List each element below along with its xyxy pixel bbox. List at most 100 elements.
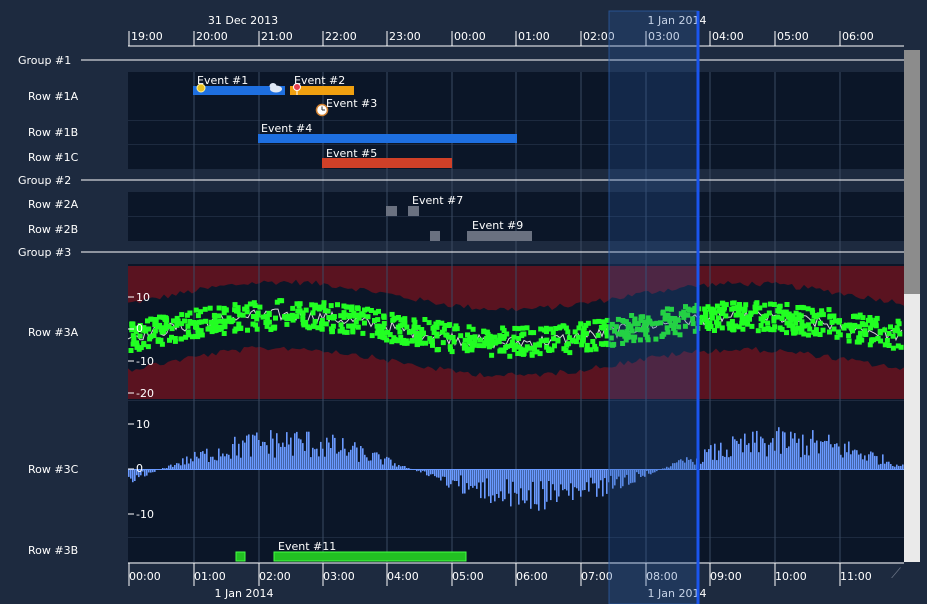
scatter-point [155, 324, 160, 329]
signal-bar [288, 444, 290, 469]
scrollbar-thumb[interactable] [904, 50, 920, 294]
event-7-box[interactable] [408, 206, 419, 216]
signal-bar [190, 458, 192, 469]
signal-bar [492, 469, 494, 496]
scatter-point [389, 311, 395, 317]
event-9-bar[interactable] [467, 231, 532, 241]
signal-bar [832, 447, 834, 469]
signal-bar [228, 454, 230, 469]
signal-bar [328, 442, 330, 469]
signal-bar [162, 468, 164, 469]
scatter-point [244, 309, 250, 315]
scatter-point [219, 324, 225, 330]
signal-bar [324, 456, 326, 469]
signal-bar [900, 465, 902, 469]
signal-bar [334, 437, 336, 469]
scatter-point [798, 313, 804, 319]
scatter-point [391, 316, 397, 322]
scatter-point [381, 313, 387, 319]
signal-bar [788, 446, 790, 469]
signal-bar [708, 449, 710, 469]
signal-bar [398, 465, 400, 469]
scatter-point [167, 337, 172, 343]
signal-bar [464, 469, 466, 494]
event-4-bar[interactable] [258, 134, 517, 143]
signal-bar [776, 431, 778, 469]
scatter-point [414, 334, 419, 340]
scatter-point [376, 308, 381, 314]
scatter-point [255, 312, 261, 318]
scatter-point [846, 333, 852, 339]
signal-bar [306, 431, 308, 469]
resize-grip-icon[interactable]: ⟋ [888, 566, 904, 582]
signal-bar [442, 469, 444, 477]
signal-bar [292, 455, 294, 469]
event-11-bar[interactable] [273, 551, 467, 562]
signal-bar [154, 469, 156, 472]
signal-bar [252, 434, 254, 469]
signal-bar [266, 445, 268, 469]
scatter-point [799, 326, 805, 332]
scatter-point [290, 317, 296, 323]
signal-bar [436, 469, 438, 478]
signal-bar [424, 469, 426, 472]
signal-bar [402, 466, 404, 469]
scatter-point [323, 321, 329, 327]
scatter-point [395, 324, 401, 330]
signal-bar [596, 469, 598, 497]
bottom-time-axis[interactable]: 00:00 01:00 02:00 03:00 04:00 05:00 06:00 07:00… [128, 563, 872, 586]
signal-bar [418, 469, 420, 471]
scatter-point [344, 304, 350, 310]
scatter-point [492, 334, 498, 340]
scatter-point [846, 338, 852, 344]
event-6-box[interactable] [386, 206, 397, 216]
signal-bar [854, 449, 856, 469]
scatter-point [753, 306, 759, 312]
signal-bar [850, 454, 852, 469]
signal-bar [568, 469, 570, 496]
scatter-point [355, 305, 360, 311]
selection-range[interactable] [608, 10, 699, 604]
row-3a-tick-neg20: -20 [136, 387, 154, 400]
signal-bar [260, 446, 262, 469]
signal-bar [210, 456, 212, 469]
signal-bar [818, 453, 820, 469]
signal-bar [758, 452, 760, 469]
scatter-point [567, 350, 573, 356]
vertical-scrollbar[interactable] [904, 50, 920, 562]
signal-bar [280, 446, 282, 469]
signal-bar [796, 442, 798, 469]
signal-bar [814, 442, 816, 469]
signal-bar [310, 457, 312, 469]
scatter-point [590, 339, 596, 344]
timeline-chart[interactable]: Group #1 Group #2 Group #3 Row #1A Row #… [0, 0, 927, 604]
event-8-box[interactable] [430, 231, 440, 241]
signal-bar [314, 449, 316, 469]
signal-bar [148, 469, 150, 473]
top-time-axis[interactable]: 19:00 20:00 21:00 22:00 23:00 00:00 01:00 02:00… [128, 30, 904, 47]
event-10-box[interactable] [235, 551, 246, 562]
signal-bar [350, 449, 352, 469]
signal-bar [790, 431, 792, 469]
scatter-point [403, 338, 409, 344]
scatter-point [580, 332, 586, 338]
scatter-point [302, 321, 308, 327]
bottom-tick-label: 00:00 [129, 570, 161, 583]
scatter-point [894, 325, 900, 331]
signal-bar [820, 441, 822, 469]
signal-bar [312, 447, 314, 469]
signal-bar [510, 469, 512, 507]
scatter-point [543, 338, 549, 344]
scatter-point [489, 352, 495, 358]
signal-bar [406, 468, 408, 469]
signal-bar [864, 455, 866, 469]
signal-bar [486, 469, 488, 479]
signal-bar [254, 435, 256, 469]
scatter-point [507, 353, 513, 359]
signal-bar [364, 454, 366, 469]
scatter-point [339, 326, 345, 332]
top-tick-label: 22:00 [325, 30, 357, 43]
scatter-point [754, 300, 760, 306]
signal-bar [566, 469, 568, 491]
signal-bar [744, 433, 746, 469]
